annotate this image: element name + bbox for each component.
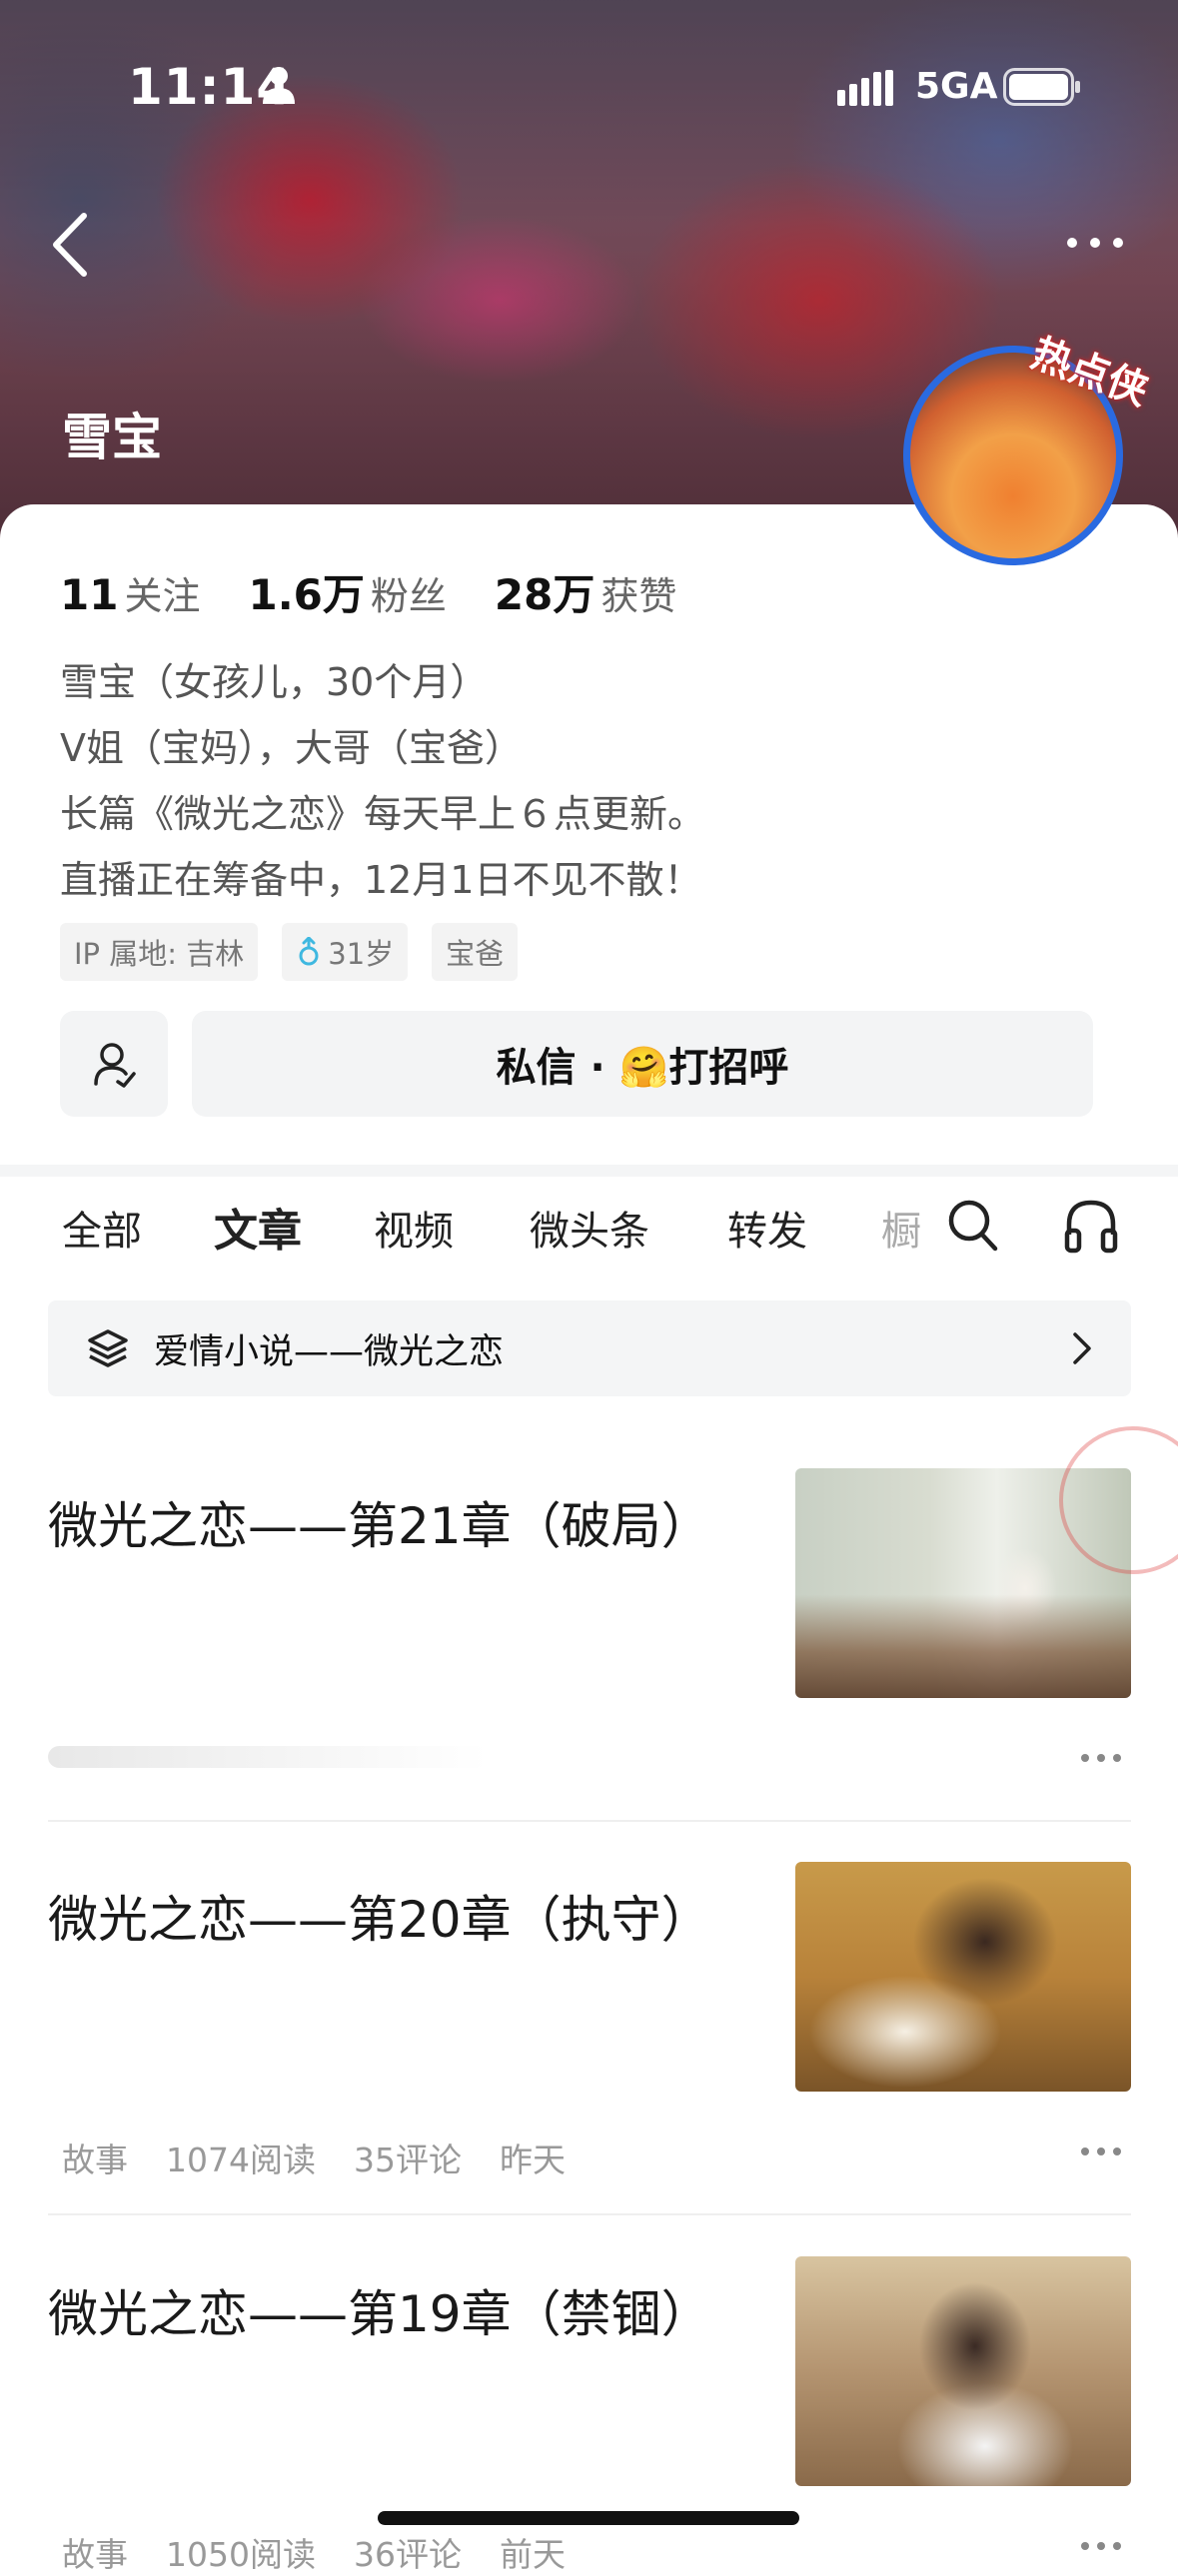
bio-line: V姐（宝妈），大哥（宝爸） — [60, 726, 523, 770]
message-button[interactable]: 私信 · 🤗打招呼 — [192, 1011, 1093, 1117]
profile-stats: 11 关注 1.6万 粉丝 28万 获赞 — [60, 561, 724, 622]
tab-reposts[interactable]: 转发 — [727, 1199, 807, 1257]
battery-icon — [1003, 68, 1080, 106]
network-label: 5GA — [915, 66, 998, 107]
profile-bio: 雪宝（女孩儿，30个月） V姐（宝妈），大哥（宝爸） 长篇《微光之恋》每天早上６… — [60, 649, 705, 913]
role-tag: 宝爸 — [432, 923, 519, 981]
article-title[interactable]: 微光之恋——第20章（执守） — [48, 1880, 711, 1952]
signal-icon — [837, 70, 893, 106]
article-meta: 故事 1074阅读 35评论 昨天 — [62, 2134, 566, 2181]
article-title[interactable]: 微光之恋——第21章（破局） — [48, 1486, 711, 1558]
ip-location-tag: IP 属地: 吉林 — [60, 923, 259, 981]
male-icon — [299, 937, 319, 966]
more-icon[interactable] — [1079, 2540, 1123, 2552]
more-options-icon[interactable] — [1065, 236, 1125, 250]
profile-name: 雪宝 — [62, 409, 162, 466]
tab-micro-posts[interactable]: 微头条 — [530, 1199, 649, 1257]
article-item[interactable]: 微光之恋——第21章（破局） — [48, 1468, 1131, 1828]
article-comments: 36评论 — [353, 2535, 462, 2574]
back-icon[interactable] — [48, 210, 94, 280]
tab-videos[interactable]: 视频 — [374, 1199, 454, 1257]
divider — [48, 2213, 1131, 2215]
profile-tags: IP 属地: 吉林 31岁 宝爸 — [60, 923, 519, 981]
collection-banner[interactable]: 爱情小说——微光之恋 — [48, 1300, 1131, 1396]
bio-line: 长篇《微光之恋》每天早上６点更新。 — [60, 792, 706, 836]
article-reads: 1074阅读 — [166, 2141, 316, 2179]
content-tabs: 全部 文章 视频 微头条 转发 橱 — [0, 1189, 1178, 1269]
article-item[interactable]: 微光之恋——第20章（执守） 故事 1074阅读 35评论 昨天 — [48, 1862, 1131, 2221]
age-tag: 31岁 — [282, 923, 409, 981]
likes-count: 28万 — [494, 570, 595, 619]
tab-all[interactable]: 全部 — [62, 1199, 142, 1257]
follow-button[interactable] — [60, 1011, 168, 1117]
article-reads: 1050阅读 — [166, 2535, 316, 2574]
article-title[interactable]: 微光之恋——第19章（禁锢） — [48, 2274, 711, 2346]
following-count[interactable]: 11 — [60, 570, 118, 619]
article-date: 前天 — [499, 2535, 566, 2574]
headphone-icon[interactable] — [1063, 1195, 1119, 1255]
user-follow-icon — [94, 1043, 136, 1088]
divider — [48, 1820, 1131, 1822]
tab-articles[interactable]: 文章 — [214, 1195, 302, 1259]
more-icon[interactable] — [1079, 2146, 1123, 2157]
article-meta: 故事 1050阅读 36评论 前天 — [62, 2528, 566, 2576]
article-date: 昨天 — [499, 2141, 566, 2179]
bio-line: 雪宝（女孩儿，30个月） — [60, 660, 489, 704]
article-comments: 35评论 — [353, 2141, 462, 2179]
more-icon[interactable] — [1079, 1752, 1123, 1764]
likes-label: 获赞 — [600, 574, 677, 618]
article-item[interactable]: 微光之恋——第19章（禁锢） 故事 1050阅读 36评论 前天 — [48, 2256, 1131, 2574]
article-thumbnail[interactable] — [795, 1862, 1131, 2092]
status-bar: 11:14 5GA — [0, 0, 1178, 170]
followers-count[interactable]: 1.6万 — [248, 561, 364, 622]
person-icon — [263, 67, 295, 104]
chevron-right-icon — [1073, 1332, 1091, 1364]
article-meta-loading — [48, 1746, 488, 1768]
article-thumbnail[interactable] — [795, 2256, 1131, 2486]
search-icon[interactable] — [945, 1195, 1001, 1255]
section-divider — [0, 1165, 1178, 1177]
collection-label: 爱情小说——微光之恋 — [154, 1331, 505, 1372]
bio-line: 直播正在筹备中，12月1日不见不散！ — [60, 858, 702, 902]
article-category: 故事 — [62, 2535, 128, 2574]
tab-showcase[interactable]: 橱 — [881, 1199, 921, 1257]
article-category: 故事 — [62, 2141, 128, 2179]
following-label[interactable]: 关注 — [124, 565, 200, 620]
followers-label[interactable]: 粉丝 — [371, 565, 447, 620]
home-indicator[interactable] — [378, 2511, 799, 2525]
layers-icon — [88, 1329, 128, 1367]
